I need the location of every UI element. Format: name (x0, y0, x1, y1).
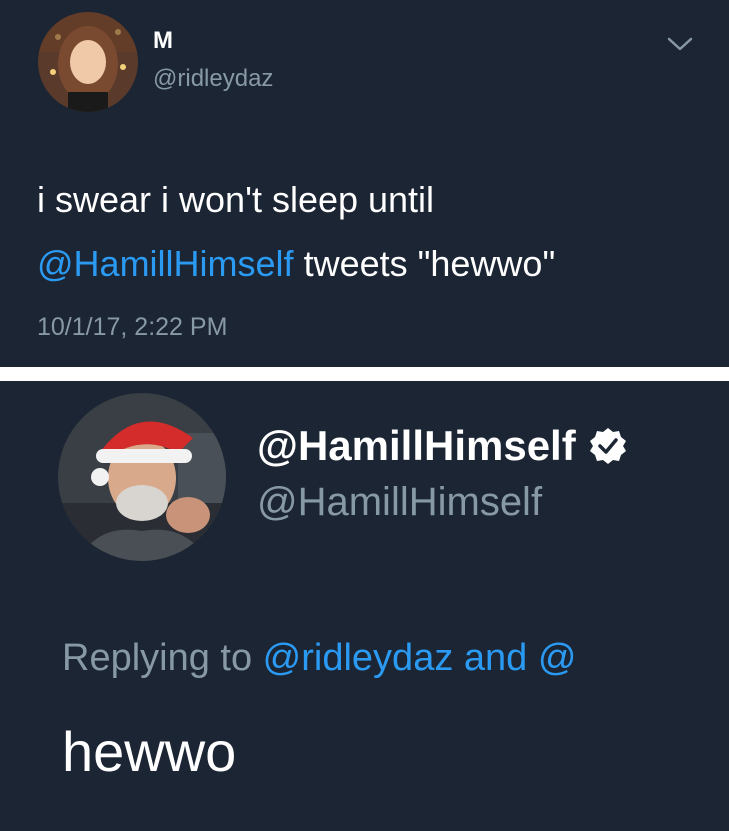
display-name[interactable]: M (153, 27, 173, 55)
tweet-text-line1: i swear i won't sleep until (37, 179, 435, 220)
replying-mentions-link[interactable]: @ridleydaz and @ (263, 637, 577, 679)
timestamp[interactable]: 10/1/17, 2:22 PM (37, 313, 227, 342)
user-handle[interactable]: @HamillHimself (257, 480, 542, 525)
tweet-text-rest: tweets "hewwo" (293, 243, 556, 284)
tweet-text: i swear i won't sleep until @HamillHimse… (37, 168, 717, 296)
tweet-card-reply: @HamillHimself @HamillHimself Replying t… (0, 381, 729, 831)
reply-text: hewwo (62, 720, 237, 783)
display-name-text[interactable]: @HamillHimself (257, 422, 576, 470)
verified-badge-icon (589, 428, 626, 464)
replying-to: Replying to @ridleydaz and @ (62, 637, 576, 680)
tweet-card-original: M @ridleydaz i swear i won't sleep until… (0, 0, 729, 367)
avatar-hamillhimself[interactable] (58, 393, 226, 561)
display-name[interactable]: @HamillHimself (257, 422, 628, 470)
replying-prefix: Replying to (62, 637, 263, 679)
chevron-down-icon[interactable] (665, 32, 695, 56)
avatar-ridleydaz[interactable] (38, 12, 138, 112)
user-handle[interactable]: @ridleydaz (153, 65, 273, 93)
divider (0, 367, 729, 381)
mention-link[interactable]: @HamillHimself (37, 243, 294, 284)
